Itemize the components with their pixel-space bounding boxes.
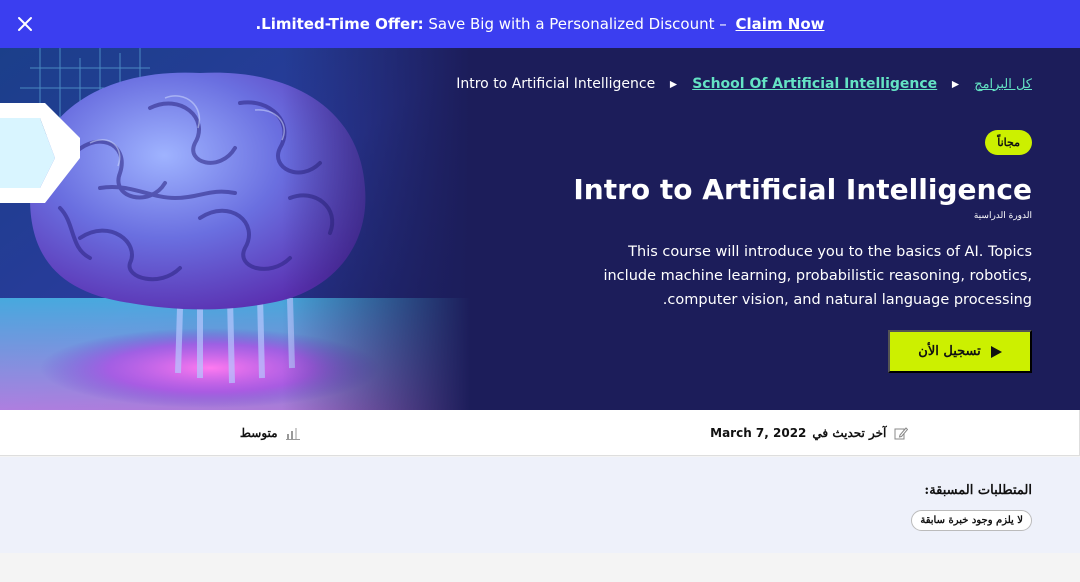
prerequisite-tag: لا يلزم وجود خبرة سابقة [911, 510, 1032, 531]
claim-now-link[interactable]: Claim Now [736, 15, 825, 33]
course-level-value: متوسط [239, 425, 278, 440]
breadcrumb: كل البرامج School Of Artificial Intellig… [456, 76, 1032, 92]
breadcrumb-all-programs[interactable]: كل البرامج [974, 77, 1032, 92]
close-icon[interactable] [14, 13, 36, 35]
free-badge: مجاناً [985, 130, 1032, 155]
edit-icon [894, 426, 909, 439]
course-type: الدورة الدراسية [973, 211, 1032, 221]
breadcrumb-current: Intro to Artificial Intelligence [456, 76, 656, 92]
course-title: Intro to Artificial Intelligence [573, 173, 1032, 206]
promo-text: Save Big with a Personalized Discount – [428, 15, 727, 33]
prerequisites-heading: المتطلبات المسبقة: [924, 483, 1032, 498]
last-updated-label: آخر تحديث في [812, 425, 887, 440]
triangle-right-icon [670, 80, 678, 88]
bar-chart-icon [285, 427, 300, 440]
prerequisites-section: المتطلبات المسبقة: لا يلزم وجود خبرة ساب… [0, 457, 1080, 553]
course-meta-bar: متوسط آخر تحديث في March 7, 2022 [0, 410, 1080, 456]
promo-message: .Limited-Time Offer: Save Big with a Per… [255, 15, 824, 33]
breadcrumb-school[interactable]: School Of Artificial Intelligence [692, 76, 937, 92]
play-icon [990, 345, 1002, 358]
course-last-updated: آخر تحديث في March 7, 2022 [540, 410, 1080, 455]
brain-image [0, 48, 470, 410]
enroll-button[interactable]: تسجيل الأن [888, 330, 1032, 373]
course-hero: كل البرامج School Of Artificial Intellig… [0, 48, 1080, 410]
last-updated-date: March 7, 2022 [710, 425, 807, 440]
enroll-label: تسجيل الأن [918, 344, 981, 359]
promo-banner: .Limited-Time Offer: Save Big with a Per… [0, 0, 1080, 48]
triangle-right-icon [952, 80, 960, 88]
course-description: This course will introduce you to the ba… [603, 244, 1032, 308]
course-level: متوسط [0, 410, 540, 455]
promo-bold-label: .Limited-Time Offer: [255, 15, 424, 33]
